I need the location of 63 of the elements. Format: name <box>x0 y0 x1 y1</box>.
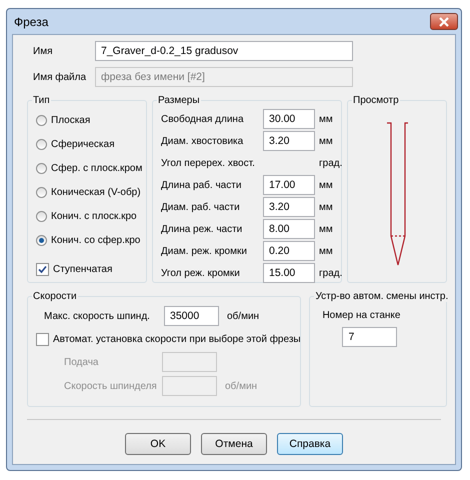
field-label: Подача <box>64 356 100 368</box>
dialog-button[interactable]: Отмена <box>201 433 267 455</box>
unit-label: град. <box>319 268 342 278</box>
dialog-button[interactable]: OK <box>125 433 191 455</box>
input-field[interactable] <box>162 376 217 396</box>
group-title: Скорости <box>32 291 78 302</box>
unit-label: град. <box>319 158 342 168</box>
input-field[interactable]: 7 <box>342 327 398 347</box>
input-field[interactable]: 15.00 <box>263 263 315 283</box>
input-field[interactable]: 3.20 <box>263 197 315 217</box>
group-title: Просмотр <box>352 95 400 106</box>
radio-label: Плоская <box>51 114 90 126</box>
input-field[interactable]: 17.00 <box>263 175 315 195</box>
input-field[interactable]: 7_Graver_d-0.2_15 gradusov <box>95 41 353 61</box>
unit-label: мм <box>319 180 333 190</box>
input-field[interactable]: 3.20 <box>263 131 315 151</box>
field-label: Имя <box>33 46 54 56</box>
field-label: Длина раб. части <box>161 180 242 190</box>
radio-label: Коническая (V-обр) <box>51 186 141 198</box>
close-button[interactable] <box>430 13 458 30</box>
checkbox[interactable] <box>36 332 49 346</box>
group-title: Устр-во автом. смены инстр. <box>314 291 450 302</box>
field-label: Угол реж. кромки <box>161 268 241 278</box>
field-label: Макс. скорость шпинд. <box>44 310 151 322</box>
field-label: Длина реж. части <box>161 224 244 234</box>
checkbox-label: Ступенчатая <box>53 264 112 274</box>
window-title: Фреза <box>14 14 48 28</box>
unit-label: мм <box>319 114 333 124</box>
unit-label: мм <box>319 224 333 234</box>
radio-button[interactable] <box>36 210 47 222</box>
radio-label: Сфер. с плоск.кром <box>51 162 142 174</box>
field-label: Имя файла <box>33 72 88 82</box>
input-field[interactable]: 30.00 <box>263 109 315 129</box>
radio-button[interactable] <box>36 138 47 150</box>
unit-label: мм <box>319 202 333 212</box>
checkbox-label: Автомат. установка скорости при выборе этой фрезы <box>53 334 301 344</box>
unit-label: мм <box>319 246 333 256</box>
close-icon <box>438 16 450 26</box>
input-field[interactable]: 8.00 <box>263 219 315 239</box>
field-label: Скорость шпинделя <box>64 380 158 392</box>
input-field[interactable]: 0.20 <box>263 241 315 261</box>
input-field[interactable] <box>162 352 217 372</box>
field-label: Диам. раб. части <box>161 202 241 212</box>
radio-button[interactable] <box>36 114 47 126</box>
dialog-button[interactable]: Справка <box>277 433 343 455</box>
field-label: Свободная длина <box>161 114 245 124</box>
radio-button[interactable] <box>36 234 47 246</box>
field-label: Диам. реж. кромки <box>161 246 248 256</box>
unit-label: об/мин <box>225 380 258 392</box>
radio-button[interactable] <box>36 186 47 198</box>
radio-button[interactable] <box>36 162 47 174</box>
checkbox[interactable] <box>36 262 49 276</box>
radio-label: Конич. со сфер.кро <box>51 234 140 246</box>
radio-label: Сферическая <box>51 138 115 150</box>
input-field[interactable]: 35000 <box>164 306 219 326</box>
field-label: Диам. хвостовика <box>161 136 244 146</box>
group-title: Тип <box>32 96 51 106</box>
field-label: Угол перерех. хвост. <box>161 158 256 168</box>
radio-label: Конич. с плоск.кро <box>51 210 137 222</box>
unit-label: об/мин <box>227 310 260 322</box>
group-title: Размеры <box>157 95 201 106</box>
field-label: Номер на станке <box>322 310 402 321</box>
unit-label: мм <box>319 136 333 146</box>
